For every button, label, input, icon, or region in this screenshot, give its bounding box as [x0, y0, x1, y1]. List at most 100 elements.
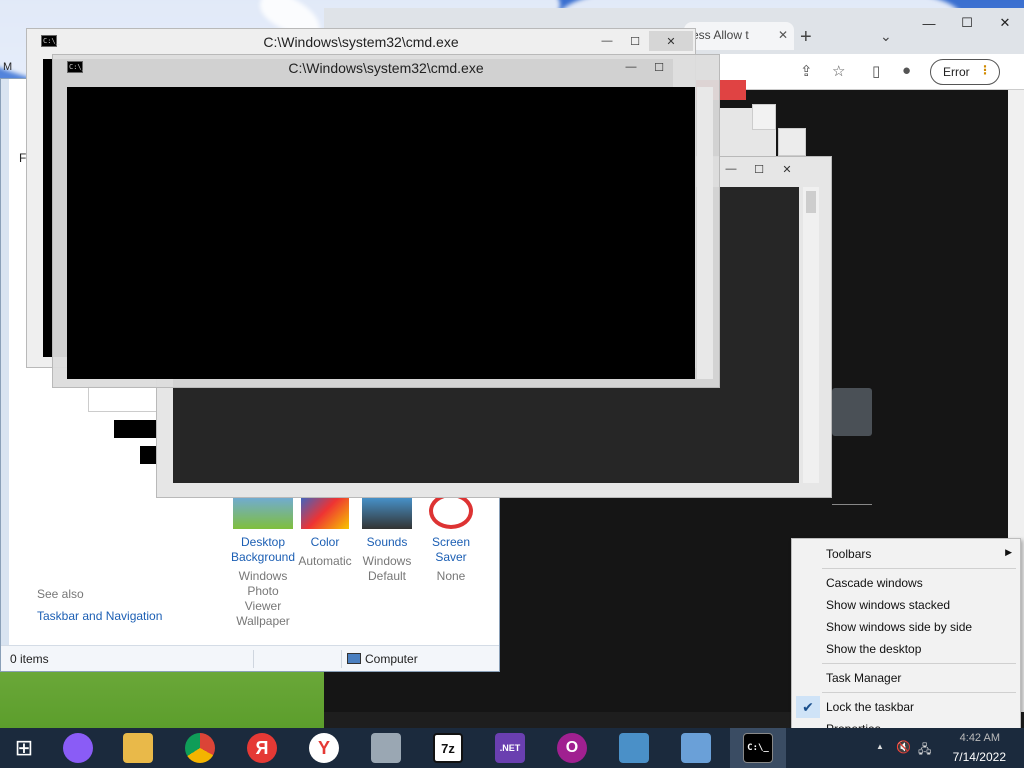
- screen-saver-value: None: [436, 569, 466, 583]
- maximize-button[interactable]: ☐: [645, 57, 673, 77]
- submenu-arrow-icon: ▶: [1005, 547, 1012, 557]
- windows-logo-icon: ⊞: [14, 735, 34, 760]
- chrome-close-button[interactable]: ✕: [986, 8, 1024, 38]
- yandex-browser-icon: Я: [247, 733, 277, 763]
- desktop-background-icon: [233, 493, 293, 529]
- taskbar: ⊞ Я Y 7z .NET O C:\_ ▲ 🔇 🖧 4:42 AM 7/14/…: [0, 728, 1024, 768]
- menu-item-stacked[interactable]: Show windows stacked: [792, 594, 1020, 616]
- chrome-maximize-button[interactable]: ☐: [948, 8, 986, 38]
- scroll-thumb[interactable]: [806, 191, 816, 213]
- yandex-icon: Y: [309, 733, 339, 763]
- color-label: Color: [310, 535, 340, 549]
- taskbar-app-7zip[interactable]: 7z: [420, 728, 476, 768]
- menu-item-side-by-side[interactable]: Show windows side by side: [792, 616, 1020, 638]
- cmd-taskbar-icon: C:\_: [743, 733, 773, 763]
- chrome-menu-icon[interactable]: ⋮: [979, 63, 991, 77]
- volume-muted-icon[interactable]: 🔇: [896, 740, 911, 754]
- page-divider: [832, 504, 872, 505]
- dotnet-icon: .NET: [495, 733, 525, 763]
- menu-separator: [822, 663, 1016, 664]
- color-value: Automatic: [298, 554, 352, 568]
- chrome-icon: [185, 733, 215, 763]
- share-icon[interactable]: ⇪: [800, 62, 813, 80]
- recycle-bin-icon: [371, 733, 401, 763]
- close-button[interactable]: ✕: [773, 159, 801, 179]
- tab-close-icon[interactable]: ✕: [778, 28, 788, 42]
- taskbar-app-yandex-browser[interactable]: Я: [234, 728, 290, 768]
- taskbar-navigation-link[interactable]: Taskbar and Navigation: [37, 609, 162, 623]
- chrome-minimize-button[interactable]: —: [910, 8, 948, 38]
- start-button[interactable]: ⊞: [0, 728, 48, 768]
- desktop-background-item[interactable]: Desktop Background Windows Photo Viewer …: [229, 493, 297, 629]
- chrome-tab[interactable]: ess Allow t ✕: [684, 22, 794, 50]
- 7zip-icon: 7z: [433, 733, 463, 763]
- taskbar-app-file-explorer[interactable]: [110, 728, 166, 768]
- menu-item-show-desktop[interactable]: Show the desktop: [792, 638, 1020, 660]
- status-location-label: Computer: [365, 652, 418, 666]
- toolbars-label: Toolbars: [826, 547, 872, 561]
- taskbar-app-dotnet-tool[interactable]: .NET: [482, 728, 538, 768]
- system-tray: ▲ 🔇 🖧 4:42 AM 7/14/2022: [874, 728, 1024, 768]
- window-trace: [140, 446, 156, 464]
- menu-item-task-manager[interactable]: Task Manager: [792, 667, 1020, 689]
- checkmark-icon: ✔: [796, 696, 820, 718]
- taskbar-app-recycle-bin[interactable]: [358, 728, 414, 768]
- show-hidden-icons-icon[interactable]: ▲: [876, 742, 884, 751]
- screen-saver-label: Screen Saver: [431, 535, 471, 564]
- window-trace: [752, 104, 776, 130]
- taskbar-app-cmd[interactable]: C:\_: [730, 728, 786, 768]
- left-pane: [1, 79, 9, 671]
- computer-icon: [347, 653, 361, 664]
- maximize-button[interactable]: ☐: [621, 31, 649, 51]
- color-item[interactable]: Color Automatic: [291, 493, 359, 569]
- taskbar-app-chrome[interactable]: [172, 728, 228, 768]
- photo-viewer-icon: [619, 733, 649, 763]
- control-panel-icon: [681, 733, 711, 763]
- menu-separator: [822, 568, 1016, 569]
- cmd-window-2: C:\_ C:\Windows\system32\cmd.exe — ☐: [52, 54, 720, 388]
- color-palette-icon: [301, 493, 349, 529]
- sounds-item[interactable]: Sounds Windows Default: [353, 493, 421, 584]
- tab-search-button[interactable]: ⌄: [880, 28, 892, 45]
- minimize-button[interactable]: —: [717, 159, 745, 179]
- profile-avatar-icon[interactable]: ●: [902, 62, 911, 79]
- page-input-box[interactable]: [832, 388, 872, 436]
- menu-item-lock-taskbar[interactable]: ✔ Lock the taskbar: [792, 696, 1020, 718]
- cmd-console-area: [67, 87, 695, 379]
- clock-time: 4:42 AM: [959, 732, 1000, 744]
- status-separator: [341, 650, 342, 668]
- network-icon[interactable]: 🖧: [918, 740, 931, 761]
- clock-date[interactable]: 7/14/2022: [953, 750, 1006, 764]
- menu-separator: [822, 692, 1016, 693]
- sounds-label: Sounds: [366, 535, 408, 549]
- cmd-scrollbar[interactable]: [697, 87, 713, 379]
- screen-saver-icon: [429, 493, 473, 529]
- error-button[interactable]: Error ⋮: [930, 59, 1000, 85]
- taskbar-app-control-panel[interactable]: [668, 728, 724, 768]
- menu-item-cascade[interactable]: Cascade windows: [792, 572, 1020, 594]
- taskbar-app-yandex[interactable]: Y: [296, 728, 352, 768]
- status-location: Computer: [347, 652, 418, 666]
- minimize-button[interactable]: —: [617, 57, 645, 77]
- menu-item-toolbars[interactable]: Toolbars ▶: [792, 543, 1020, 565]
- status-bar: 0 items Computer: [1, 645, 499, 671]
- bookmark-star-icon[interactable]: ☆: [832, 62, 845, 80]
- taskbar-app-opera[interactable]: O: [544, 728, 600, 768]
- taskbar-context-menu: Toolbars ▶ Cascade windows Show windows …: [791, 538, 1021, 742]
- side-panel-icon[interactable]: ▯: [872, 62, 880, 80]
- new-tab-button[interactable]: +: [800, 26, 812, 49]
- screen-saver-item[interactable]: Screen Saver None: [417, 493, 485, 584]
- error-label: Error: [943, 65, 970, 79]
- alice-icon: [63, 733, 93, 763]
- sounds-value: Windows Default: [362, 554, 412, 583]
- sounds-icon: [362, 493, 412, 529]
- taskbar-app-photo-viewer[interactable]: [606, 728, 662, 768]
- taskbar-app-alice[interactable]: [50, 728, 106, 768]
- cmd-scrollbar[interactable]: [803, 187, 819, 483]
- desktop-background-value: Windows Photo Viewer Wallpaper: [236, 569, 290, 628]
- maximize-button[interactable]: ☐: [745, 159, 773, 179]
- close-button[interactable]: ✕: [649, 31, 693, 51]
- chrome-tab-title: ess Allow t: [692, 28, 749, 42]
- window-label-fragment: M: [3, 61, 13, 73]
- minimize-button[interactable]: —: [593, 31, 621, 51]
